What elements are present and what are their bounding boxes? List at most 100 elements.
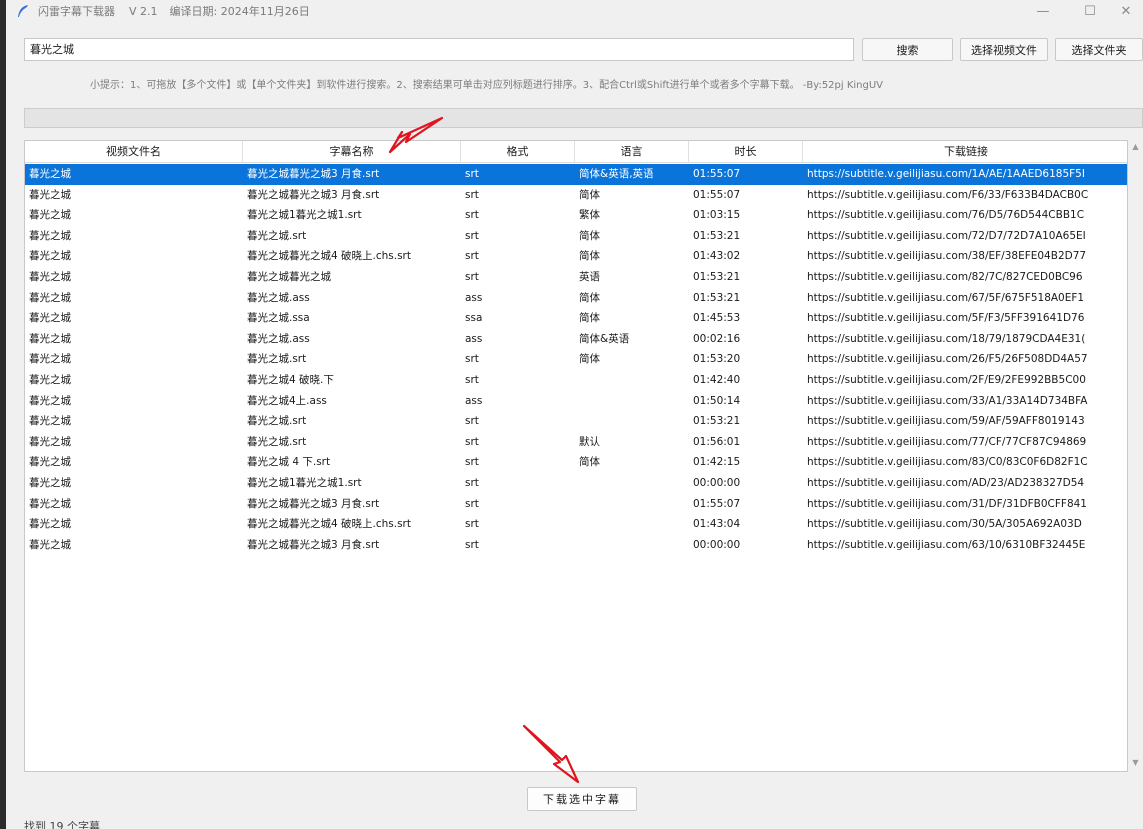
cell-duration: 01:42:40	[693, 373, 741, 386]
column-header-format[interactable]: 格式	[461, 141, 575, 163]
cell-video-file: 暮光之城	[29, 209, 71, 222]
cell-format: srt	[465, 168, 479, 180]
cell-language	[575, 494, 689, 515]
cell-subtitle-name: 暮光之城暮光之城	[247, 270, 331, 283]
build-date: 编译日期: 2024年11月26日	[169, 5, 310, 18]
download-selected-button[interactable]: 下载选中字幕	[527, 787, 637, 811]
cell-video-file: 暮光之城	[29, 518, 71, 531]
table-row[interactable]: 暮光之城 暮光之城暮光之城3 月食.srt srt 简体&英语,英语 01:55:07 h…	[25, 164, 1127, 185]
cell-subtitle-name: 暮光之城.srt	[247, 229, 307, 242]
table-header: 视频文件名 字幕名称 格式 语言 时长 下载链接	[25, 141, 1127, 163]
cell-video-file: 暮光之城	[29, 291, 71, 304]
table-row[interactable]: 暮光之城 暮光之城.srt srt 简体 01:53:21 https://subtitl…	[25, 226, 1127, 247]
table-row[interactable]: 暮光之城 暮光之城暮光之城3 月食.srt srt 00:00:00 https://s…	[25, 535, 1127, 556]
cell-format: ass	[465, 291, 483, 304]
table-row[interactable]: 暮光之城 暮光之城.srt srt 简体 01:53:20 https://subtitl…	[25, 349, 1127, 370]
cell-language: 默认	[579, 435, 600, 448]
column-header-video-file[interactable]: 视频文件名	[25, 141, 243, 163]
table-row[interactable]: 暮光之城 暮光之城1暮光之城1.srt srt 00:00:00 https://sub…	[25, 473, 1127, 494]
cell-subtitle-name: 暮光之城.ass	[247, 291, 310, 304]
scroll-down-icon[interactable]: ▼	[1130, 758, 1141, 770]
cell-format: ass	[465, 394, 483, 407]
vertical-scrollbar[interactable]	[1128, 140, 1143, 772]
table-row[interactable]: 暮光之城 暮光之城.srt srt 默认 01:56:01 https://subtitl…	[25, 432, 1127, 453]
cell-video-file: 暮光之城	[29, 476, 71, 489]
results-table[interactable]: 视频文件名 字幕名称 格式 语言 时长 下载链接 暮光之城 暮光之城暮光之城3 月…	[24, 140, 1128, 772]
cell-duration: 01:45:53	[693, 312, 741, 325]
maximize-button[interactable]: ☐	[1070, 0, 1110, 22]
cell-download-link: https://subtitle.v.geilijiasu.com/67/5F/…	[807, 291, 1085, 304]
table-row[interactable]: 暮光之城 暮光之城 4 下.srt srt 简体 01:42:15 https://sub…	[25, 452, 1127, 473]
cell-subtitle-name: 暮光之城.srt	[247, 353, 307, 366]
table-row[interactable]: 暮光之城 暮光之城暮光之城 srt 英语 01:53:21 https://subtitl…	[25, 267, 1127, 288]
cell-format: srt	[465, 538, 479, 551]
table-row[interactable]: 暮光之城 暮光之城4 破晓.下 srt 01:42:40 https://subtitl…	[25, 370, 1127, 391]
column-header-subtitle-name[interactable]: 字幕名称	[243, 141, 461, 163]
cell-subtitle-name: 暮光之城1暮光之城1.srt	[247, 476, 362, 489]
column-header-duration[interactable]: 时长	[689, 141, 803, 163]
minimize-button[interactable]: —	[1023, 0, 1063, 22]
cell-subtitle-name: 暮光之城4 破晓.下	[247, 373, 334, 386]
cell-format: ssa	[465, 312, 483, 325]
cell-video-file: 暮光之城	[29, 456, 71, 469]
cell-video-file: 暮光之城	[29, 188, 71, 201]
search-button[interactable]: 搜索	[862, 38, 953, 61]
hint-text: 小提示：1、可拖放【多个文件】或【单个文件夹】到软件进行搜索。2、搜索结果可单击…	[90, 80, 884, 91]
cell-duration: 01:50:14	[693, 394, 741, 407]
table-row[interactable]: 暮光之城 暮光之城.ssa ssa 简体 01:45:53 https://subtitl…	[25, 308, 1127, 329]
cell-download-link: https://subtitle.v.geilijiasu.com/33/A1/…	[807, 394, 1088, 407]
cell-download-link: https://subtitle.v.geilijiasu.com/26/F5/…	[807, 353, 1088, 366]
table-row[interactable]: 暮光之城 暮光之城.ass ass 简体&英语 00:02:16 https://subt…	[25, 329, 1127, 350]
cell-video-file: 暮光之城	[29, 497, 71, 510]
cell-language: 简体	[579, 229, 600, 242]
cell-download-link: https://subtitle.v.geilijiasu.com/1A/AE/…	[807, 168, 1085, 180]
cell-format: srt	[465, 353, 479, 366]
cell-subtitle-name: 暮光之城暮光之城4 破晓上.chs.srt	[247, 518, 411, 531]
scroll-up-icon[interactable]: ▲	[1130, 142, 1141, 154]
cell-duration: 01:55:07	[693, 168, 741, 180]
window-edge	[0, 0, 6, 829]
cell-duration: 01:42:15	[693, 456, 741, 469]
cell-language: 简体	[579, 188, 600, 201]
cell-language	[575, 391, 689, 412]
cell-format: ass	[465, 332, 483, 345]
cell-format: srt	[465, 188, 479, 201]
cell-subtitle-name: 暮光之城.ass	[247, 332, 310, 345]
cell-download-link: https://subtitle.v.geilijiasu.com/83/C0/…	[807, 456, 1088, 469]
cell-video-file: 暮光之城	[29, 229, 71, 242]
table-row[interactable]: 暮光之城 暮光之城1暮光之城1.srt srt 繁体 01:03:15 https://s…	[25, 205, 1127, 226]
column-header-download-link[interactable]: 下载链接	[803, 141, 1127, 163]
cell-download-link: https://subtitle.v.geilijiasu.com/72/D7/…	[807, 229, 1086, 242]
table-row[interactable]: 暮光之城 暮光之城暮光之城3 月食.srt srt 01:55:07 https://s…	[25, 494, 1127, 515]
cell-subtitle-name: 暮光之城暮光之城4 破晓上.chs.srt	[247, 250, 411, 263]
select-folder-button[interactable]: 选择文件夹	[1055, 38, 1143, 61]
table-row[interactable]: 暮光之城 暮光之城4上.ass ass 01:50:14 https://subtitl…	[25, 391, 1127, 412]
cell-duration: 01:53:21	[693, 291, 741, 304]
cell-duration: 01:53:21	[693, 270, 741, 283]
cell-duration: 01:56:01	[693, 435, 741, 448]
cell-language: 简体&英语,英语	[579, 168, 654, 180]
cell-format: srt	[465, 476, 479, 489]
search-input[interactable]: 暮光之城	[24, 38, 854, 61]
table-body: 暮光之城 暮光之城暮光之城3 月食.srt srt 简体&英语,英语 01:55:07 h…	[25, 164, 1127, 556]
table-row[interactable]: 暮光之城 暮光之城.ass ass 简体 01:53:21 https://subtitl…	[25, 288, 1127, 309]
close-button[interactable]: ✕	[1106, 0, 1143, 22]
cell-video-file: 暮光之城	[29, 415, 71, 428]
table-row[interactable]: 暮光之城 暮光之城.srt srt 01:53:21 https://subtitle.…	[25, 411, 1127, 432]
select-video-button[interactable]: 选择视频文件	[960, 38, 1048, 61]
table-row[interactable]: 暮光之城 暮光之城暮光之城3 月食.srt srt 简体 01:55:07 https:/…	[25, 185, 1127, 206]
cell-duration: 00:00:00	[693, 476, 741, 489]
cell-video-file: 暮光之城	[29, 435, 71, 448]
cell-duration: 01:55:07	[693, 497, 741, 510]
cell-format: srt	[465, 373, 479, 386]
cell-format: srt	[465, 229, 479, 242]
cell-video-file: 暮光之城	[29, 312, 71, 325]
cell-format: srt	[465, 518, 479, 531]
table-row[interactable]: 暮光之城 暮光之城暮光之城4 破晓上.chs.srt srt 01:43:04 http…	[25, 514, 1127, 535]
table-row[interactable]: 暮光之城 暮光之城暮光之城4 破晓上.chs.srt srt 简体 01:43:02 ht…	[25, 246, 1127, 267]
cell-duration: 01:43:02	[693, 250, 741, 263]
cell-language: 繁体	[579, 209, 600, 222]
cell-duration: 01:53:21	[693, 229, 741, 242]
cell-format: srt	[465, 456, 479, 469]
column-header-language[interactable]: 语言	[575, 141, 689, 163]
